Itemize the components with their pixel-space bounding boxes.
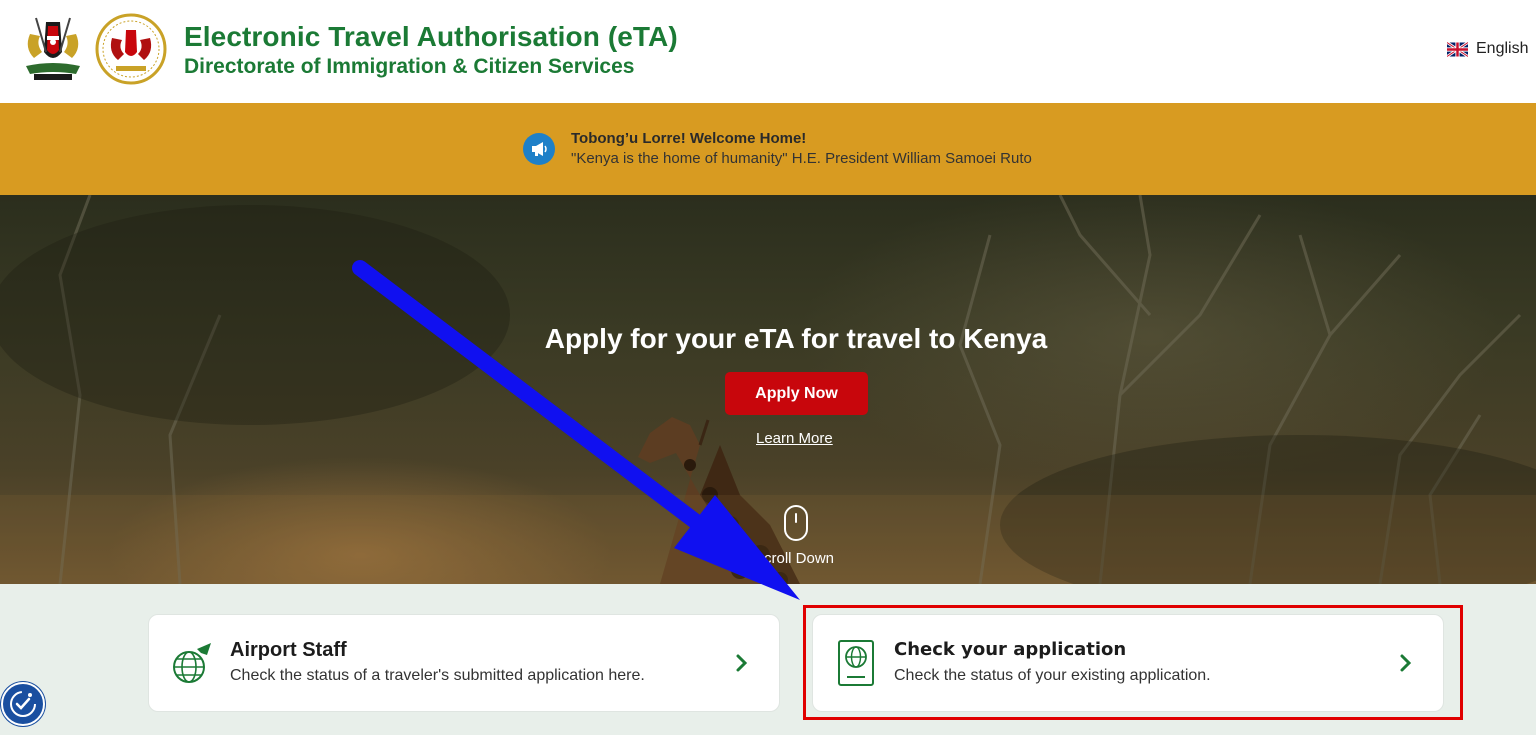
uk-flag-icon xyxy=(1447,41,1468,57)
check-application-title: Check your application xyxy=(894,639,1127,660)
language-selector[interactable]: English xyxy=(1447,40,1528,58)
chevron-right-icon[interactable] xyxy=(735,653,749,673)
megaphone-icon xyxy=(523,133,555,165)
accessibility-button[interactable] xyxy=(1,682,45,726)
kenya-coat-of-arms-logo[interactable] xyxy=(16,12,90,86)
apply-now-button[interactable]: Apply Now xyxy=(725,372,868,415)
check-application-card[interactable]: Check your application Check the status … xyxy=(812,614,1444,712)
site-title-block: Electronic Travel Authorisation (eTA) Di… xyxy=(184,20,678,80)
mouse-scroll-icon xyxy=(784,505,808,541)
site-header: Electronic Travel Authorisation (eTA) Di… xyxy=(0,0,1536,103)
hero-heading: Apply for your eTA for travel to Kenya xyxy=(544,323,1048,354)
airport-staff-card[interactable]: Airport Staff Check the status of a trav… xyxy=(148,614,780,712)
hero-section: Apply for your eTA for travel to Kenya A… xyxy=(0,195,1536,584)
site-title: Electronic Travel Authorisation (eTA) xyxy=(184,21,678,52)
banner-quote: "Kenya is the home of humanity" H.E. Pre… xyxy=(571,150,1032,167)
site-subtitle: Directorate of Immigration & Citizen Ser… xyxy=(184,55,635,78)
accessibility-icon xyxy=(10,691,36,717)
airport-staff-title: Airport Staff xyxy=(230,639,347,661)
check-application-description: Check the status of your existing applic… xyxy=(894,667,1211,684)
airport-staff-description: Check the status of a traveler's submitt… xyxy=(230,667,645,684)
language-label: English xyxy=(1476,40,1529,57)
chevron-right-icon[interactable] xyxy=(1399,653,1413,673)
immigration-department-seal-logo[interactable] xyxy=(94,12,168,86)
announcement-banner: Tobong’u Lorre! Welcome Home! "Kenya is … xyxy=(0,103,1536,195)
airport-globe-icon xyxy=(173,643,211,683)
banner-text: Tobong’u Lorre! Welcome Home! "Kenya is … xyxy=(571,129,1032,169)
passport-icon xyxy=(838,640,874,686)
learn-more-link[interactable]: Learn More xyxy=(756,430,833,447)
scroll-down-label: Scroll Down xyxy=(754,550,835,567)
banner-title: Tobong’u Lorre! Welcome Home! xyxy=(571,130,807,147)
